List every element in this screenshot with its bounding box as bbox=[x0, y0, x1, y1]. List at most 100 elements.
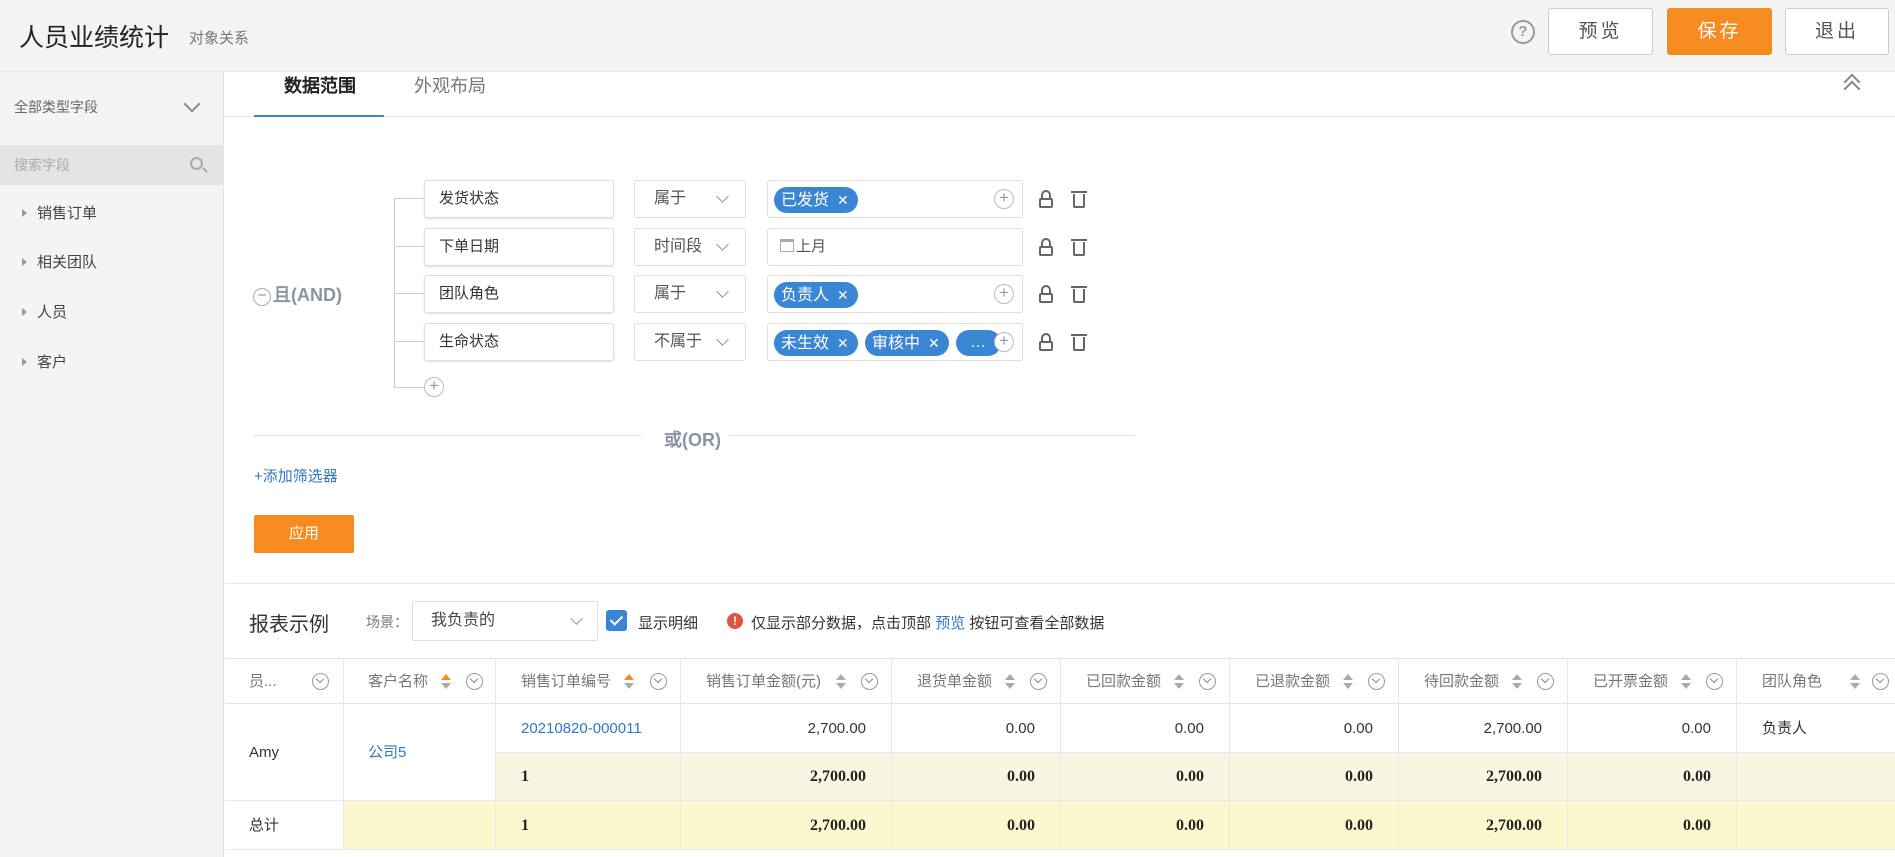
column-header[interactable]: 销售订单金额(元) bbox=[681, 659, 892, 704]
filter-field-shipping-status[interactable]: 发货状态 bbox=[424, 180, 614, 218]
total-cell: 2,700.00 bbox=[1399, 801, 1568, 850]
add-value-icon[interactable]: + bbox=[994, 332, 1014, 352]
column-header[interactable]: 销售订单编号 bbox=[496, 659, 681, 704]
delete-icon[interactable] bbox=[1071, 285, 1087, 303]
column-header[interactable]: 员... bbox=[225, 659, 344, 704]
remove-tag-icon[interactable]: ✕ bbox=[837, 192, 849, 208]
sort-icon[interactable] bbox=[1005, 674, 1015, 690]
preview-link[interactable]: 预览 bbox=[935, 615, 965, 632]
column-menu-icon[interactable] bbox=[1368, 673, 1385, 690]
add-filter-link[interactable]: +添加筛选器 bbox=[254, 465, 338, 486]
filter-date-box[interactable]: 上月 bbox=[767, 228, 1023, 266]
preview-button[interactable]: 预览 bbox=[1548, 8, 1653, 55]
column-menu-icon[interactable] bbox=[1199, 673, 1216, 690]
exit-button[interactable]: 退出 bbox=[1785, 8, 1889, 55]
sidebar-item-related-team[interactable]: 相关团队 bbox=[22, 251, 97, 272]
column-menu-icon[interactable] bbox=[312, 673, 329, 690]
add-value-icon[interactable]: + bbox=[994, 284, 1014, 304]
minus-circle-icon[interactable]: − bbox=[253, 288, 271, 306]
add-value-icon[interactable]: + bbox=[994, 189, 1014, 209]
filter-value-box[interactable]: 已发货 ✕ + bbox=[767, 180, 1023, 218]
column-header[interactable]: 已回款金额 bbox=[1061, 659, 1230, 704]
lock-icon[interactable] bbox=[1039, 190, 1053, 208]
filter-value-box[interactable]: 负责人 ✕ + bbox=[767, 275, 1023, 313]
value-tag: 审核中 ✕ bbox=[865, 330, 949, 356]
column-header[interactable]: 已开票金额 bbox=[1568, 659, 1737, 704]
sort-icon[interactable] bbox=[624, 674, 634, 690]
column-menu-icon[interactable] bbox=[466, 673, 483, 690]
column-menu-icon[interactable] bbox=[1030, 673, 1047, 690]
total-cell bbox=[344, 801, 496, 850]
order-number-link[interactable]: 20210820-000011 bbox=[496, 704, 681, 753]
sort-icon[interactable] bbox=[1343, 674, 1353, 690]
sort-icon[interactable] bbox=[441, 674, 451, 690]
delete-icon[interactable] bbox=[1071, 238, 1087, 256]
column-header[interactable]: 团队角色 bbox=[1737, 659, 1895, 704]
scene-label: 场景： bbox=[366, 614, 408, 630]
save-button[interactable]: 保存 bbox=[1667, 8, 1772, 55]
column-header[interactable]: 已退款金额 bbox=[1230, 659, 1399, 704]
value-tag: 已发货 ✕ bbox=[774, 187, 858, 213]
column-menu-icon[interactable] bbox=[650, 673, 667, 690]
help-icon[interactable]: ? bbox=[1511, 20, 1535, 44]
customer-link[interactable]: 公司5 bbox=[344, 704, 496, 801]
sidebar-item-sales-order[interactable]: 销售订单 bbox=[22, 202, 97, 223]
show-detail-label[interactable]: 显示明细 bbox=[638, 612, 698, 633]
column-menu-icon[interactable] bbox=[1537, 673, 1554, 690]
show-detail-checkbox[interactable] bbox=[606, 610, 627, 631]
lock-icon[interactable] bbox=[1039, 285, 1053, 303]
filter-field-team-role[interactable]: 团队角色 bbox=[424, 275, 614, 313]
filter-operator-select[interactable]: 属于 bbox=[634, 180, 746, 218]
table-cell: 0.00 bbox=[1568, 704, 1737, 753]
scene-select[interactable]: 我负责的 bbox=[412, 601, 598, 641]
column-menu-icon[interactable] bbox=[1872, 673, 1889, 690]
filter-field-order-date[interactable]: 下单日期 bbox=[424, 228, 614, 266]
column-header[interactable]: 客户名称 bbox=[344, 659, 496, 704]
filter-value-box[interactable]: 未生效 ✕ 审核中 ✕ … + bbox=[767, 323, 1023, 361]
sidebar-item-person[interactable]: 人员 bbox=[22, 301, 67, 322]
sort-icon[interactable] bbox=[1850, 674, 1860, 690]
collapse-up-icon[interactable] bbox=[1842, 72, 1862, 98]
sort-icon[interactable] bbox=[1681, 674, 1691, 690]
remove-tag-icon[interactable]: ✕ bbox=[928, 335, 940, 351]
lock-icon[interactable] bbox=[1039, 333, 1053, 351]
search-icon[interactable] bbox=[190, 157, 203, 170]
chevron-down-icon bbox=[570, 612, 583, 625]
column-menu-icon[interactable] bbox=[1706, 673, 1723, 690]
delete-icon[interactable] bbox=[1071, 333, 1087, 351]
total-cell: 0.00 bbox=[892, 801, 1061, 850]
filter-field-lifecycle-status[interactable]: 生命状态 bbox=[424, 323, 614, 361]
column-header[interactable]: 退货单金额 bbox=[892, 659, 1061, 704]
sort-icon[interactable] bbox=[1512, 674, 1522, 690]
subtotal-cell: 0.00 bbox=[1230, 753, 1399, 801]
and-group-label[interactable]: − 且(AND) bbox=[253, 281, 342, 307]
chevron-down-icon bbox=[716, 238, 729, 251]
filter-operator-select[interactable]: 时间段 bbox=[634, 228, 746, 266]
remove-tag-icon[interactable]: ✕ bbox=[837, 287, 849, 303]
or-divider bbox=[253, 435, 642, 436]
delete-icon[interactable] bbox=[1071, 190, 1087, 208]
subtotal-cell: 2,700.00 bbox=[681, 753, 892, 801]
sidebar-item-customer[interactable]: 客户 bbox=[22, 351, 67, 372]
sort-icon[interactable] bbox=[1174, 674, 1184, 690]
search-input[interactable] bbox=[0, 145, 180, 185]
lock-icon[interactable] bbox=[1039, 238, 1053, 256]
tab-data-range[interactable]: 数据范围 bbox=[284, 72, 356, 98]
tab-layout[interactable]: 外观布局 bbox=[414, 72, 486, 98]
remove-tag-icon[interactable]: ✕ bbox=[837, 335, 849, 351]
column-menu-icon[interactable] bbox=[861, 673, 878, 690]
sort-icon[interactable] bbox=[836, 674, 846, 690]
subtotal-cell: 0.00 bbox=[1568, 753, 1737, 801]
value-tag: 负责人 ✕ bbox=[774, 282, 858, 308]
field-search-box bbox=[0, 145, 224, 185]
person-cell: Amy bbox=[225, 704, 344, 801]
add-condition-icon[interactable]: + bbox=[424, 377, 444, 397]
header-bar: 人员业绩统计 对象关系 ? 预览 保存 退出 bbox=[0, 0, 1895, 72]
chevron-down-icon[interactable] bbox=[183, 95, 201, 113]
subtotal-cell: 0.00 bbox=[892, 753, 1061, 801]
apply-button[interactable]: 应用 bbox=[254, 515, 354, 553]
filter-operator-select[interactable]: 属于 bbox=[634, 275, 746, 313]
field-type-select[interactable]: 全部类型字段 bbox=[14, 97, 98, 117]
filter-operator-select[interactable]: 不属于 bbox=[634, 323, 746, 361]
column-header[interactable]: 待回款金额 bbox=[1399, 659, 1568, 704]
